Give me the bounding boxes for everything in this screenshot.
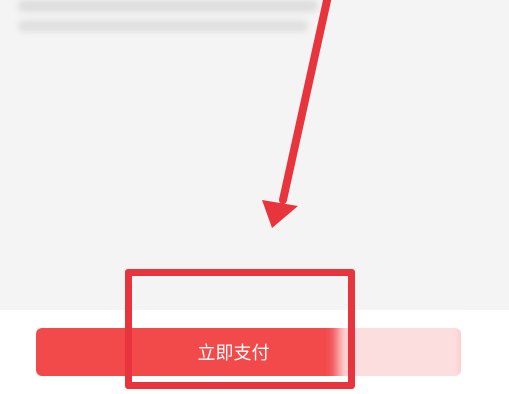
- blurred-text-line: [18, 0, 318, 12]
- watermark-overlay: [338, 316, 468, 394]
- blurred-text-line: [18, 20, 308, 32]
- highlight-box: [125, 269, 355, 389]
- page-content-area: [0, 0, 509, 310]
